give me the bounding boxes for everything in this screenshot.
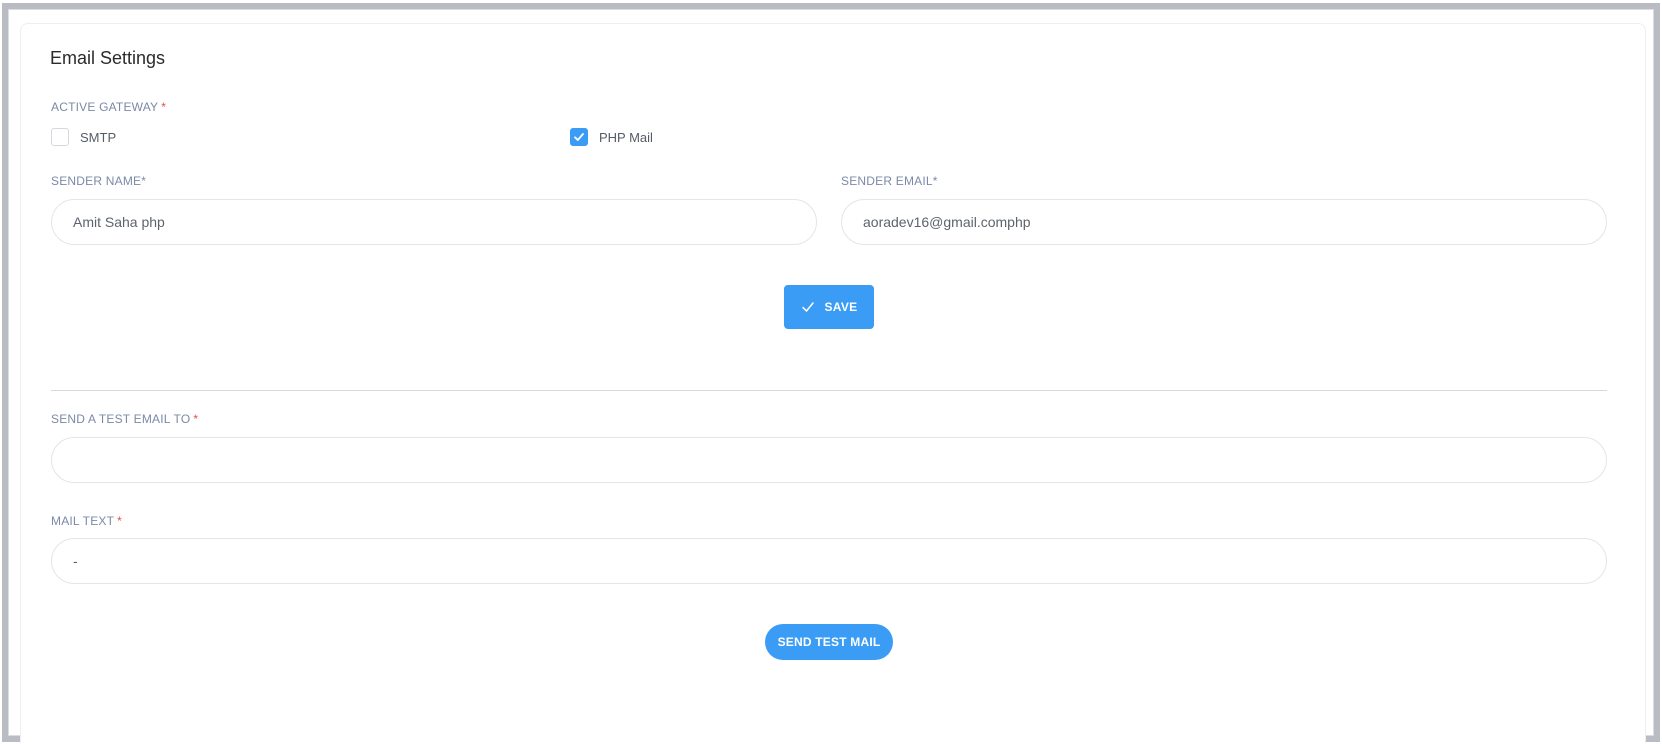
save-button[interactable]: SAVE [784,285,874,329]
required-mark: * [161,100,167,114]
test-email-input[interactable] [51,437,1607,483]
send-test-mail-label: SEND TEST MAIL [777,635,881,649]
gateway-option-php-mail[interactable]: PHP Mail [570,128,653,146]
smtp-label: SMTP [80,129,117,145]
mail-text-input[interactable]: - [51,538,1607,584]
mail-text-value: - [73,553,78,569]
page-title: Email Settings [50,48,166,68]
sender-name-value: Amit Saha php [73,214,165,230]
check-icon [574,133,584,141]
required-mark: * [117,514,123,528]
save-button-label: SAVE [824,300,858,314]
check-icon [801,301,815,313]
sender-name-label: SENDER NAME* [51,174,147,188]
php-mail-checkbox[interactable] [570,128,588,146]
sender-email-label: SENDER EMAIL* [841,174,938,188]
gateway-option-smtp[interactable]: SMTP [51,128,116,146]
gateway-label-text: ACTIVE GATEWAY [51,100,159,114]
smtp-checkbox[interactable] [51,128,69,146]
sender-email-input[interactable]: aoradev16@gmail.comphp [841,199,1607,245]
send-test-mail-button[interactable]: SEND TEST MAIL [765,624,893,660]
test-email-label: SEND A TEST EMAIL TO * [51,412,198,426]
php-mail-label: PHP Mail [599,129,653,145]
sender-email-value: aoradev16@gmail.comphp [863,214,1031,230]
section-divider [51,390,1607,391]
test-email-label-text: SEND A TEST EMAIL TO [51,412,191,426]
sender-name-input[interactable]: Amit Saha php [51,199,817,245]
gateway-label: ACTIVE GATEWAY * [51,100,166,114]
mail-text-label-text: MAIL TEXT [51,514,115,528]
required-mark: * [193,412,199,426]
mail-text-label: MAIL TEXT * [51,514,122,528]
